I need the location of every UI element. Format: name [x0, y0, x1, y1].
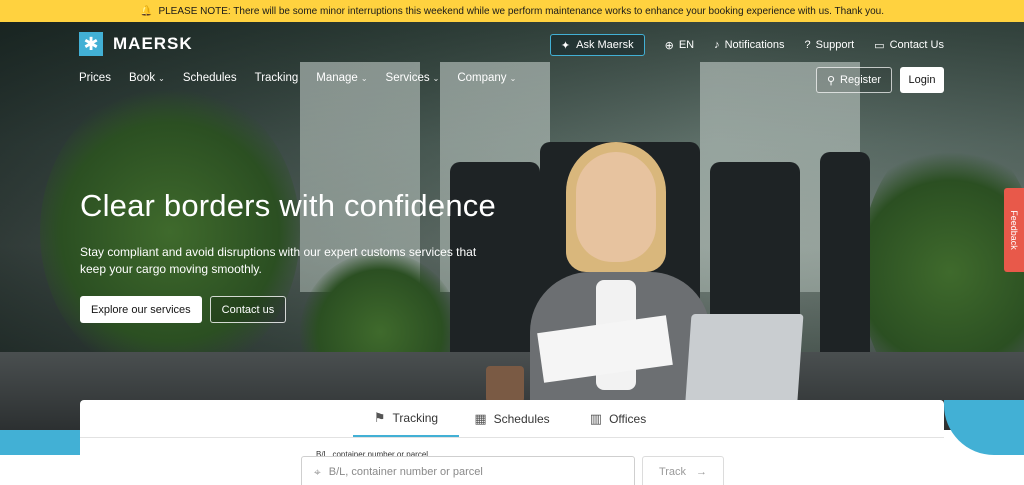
login-label: Login: [908, 74, 936, 86]
building-icon: ▥: [589, 410, 603, 426]
support-label: Support: [815, 39, 855, 51]
auth-buttons: ⚲ Register Login: [815, 67, 944, 93]
contact-us-label: Contact Us: [889, 39, 944, 51]
feedback-label: Feedback: [1009, 210, 1019, 250]
maintenance-notice-bar: 🔔 PLEASE NOTE: There will be some minor …: [0, 0, 1024, 22]
ask-maersk-label: Ask Maersk: [576, 39, 634, 51]
chevron-down-icon: ⌄: [360, 73, 368, 83]
hero-heading-wrap: Clear borders with confidence: [80, 188, 496, 224]
tracking-panel: ⚑ Tracking ▦ Schedules ▥ Offices B/L, co…: [80, 400, 944, 485]
maersk-star-icon: ✱: [79, 32, 103, 56]
explore-services-button[interactable]: Explore our services: [80, 296, 202, 323]
hero-cta-row: Explore our services Contact us: [80, 296, 287, 323]
chair-decoration: [820, 152, 870, 372]
hero-subtitle: Stay compliant and avoid disruptions wit…: [80, 245, 477, 276]
maintenance-notice-text: PLEASE NOTE: There will be some minor in…: [158, 5, 884, 17]
accent-wave-left: [0, 430, 80, 455]
nav-item-book[interactable]: Book ⌄: [129, 72, 165, 84]
site-header: ✱ MAERSK ✦ Ask Maersk ⊕ EN ♪ Notificatio…: [0, 22, 1024, 102]
tab-tracking[interactable]: ⚑ Tracking: [353, 400, 459, 437]
tab-offices[interactable]: ▥ Offices: [565, 400, 671, 437]
nav-item-manage[interactable]: Manage ⌄: [316, 72, 367, 84]
person-head: [576, 152, 656, 262]
user-plus-icon: ⚲: [826, 74, 836, 87]
ask-maersk-button[interactable]: ✦ Ask Maersk: [549, 34, 645, 56]
nav-label: Manage: [316, 72, 358, 84]
nav-label: Book: [128, 72, 156, 84]
message-icon: ▭: [874, 39, 885, 52]
globe-icon: ⊕: [664, 39, 674, 52]
plant-decoration: [40, 82, 300, 382]
nav-label: Schedules: [182, 72, 237, 84]
tab-label: Schedules: [493, 411, 550, 426]
bell-icon: 🔔: [140, 5, 153, 17]
track-button[interactable]: Track →: [642, 456, 724, 485]
nav-label: Company: [457, 72, 507, 84]
hero-title: Clear borders with confidence: [80, 188, 496, 223]
logo-wordmark: MAERSK: [113, 34, 193, 53]
language-label: EN: [678, 39, 695, 51]
accent-wave-right: [944, 400, 1024, 455]
tracking-input[interactable]: ⌖ B/L, container number or parcel: [301, 456, 635, 485]
contact-us-button[interactable]: Contact us: [209, 296, 287, 323]
bell-icon: ♪: [714, 39, 720, 51]
location-pin-icon: ⌖: [314, 464, 321, 479]
panel-tabs: ⚑ Tracking ▦ Schedules ▥ Offices: [80, 400, 944, 438]
nav-item-prices[interactable]: Prices: [79, 72, 111, 84]
utility-nav: ✦ Ask Maersk ⊕ EN ♪ Notifications ? Supp…: [549, 34, 944, 56]
chat-sparkle-icon: ✦: [560, 39, 571, 52]
feedback-tab[interactable]: Feedback: [1004, 188, 1024, 272]
nav-label: Services: [385, 72, 430, 84]
tab-label: Offices: [609, 411, 647, 426]
nav-item-services[interactable]: Services ⌄: [386, 72, 440, 84]
tracking-icon: ⚑: [373, 409, 386, 425]
calendar-icon: ▦: [474, 410, 487, 426]
register-button[interactable]: ⚲ Register: [815, 67, 892, 93]
main-nav: Prices Book ⌄ Schedules Tracking Manage ⌄ …: [79, 72, 516, 84]
notifications-label: Notifications: [724, 39, 785, 51]
track-label: Track: [658, 466, 687, 478]
question-icon: ?: [804, 39, 811, 51]
register-label: Register: [840, 74, 881, 86]
tab-schedules[interactable]: ▦ Schedules: [459, 400, 565, 437]
notifications-link[interactable]: ♪ Notifications: [714, 39, 784, 51]
contact-us-link[interactable]: ▭ Contact Us: [874, 39, 944, 52]
star-glyph: ✱: [83, 34, 99, 54]
login-button[interactable]: Login: [900, 67, 944, 93]
tracking-input-placeholder: B/L, container number or parcel: [328, 466, 483, 478]
nav-label: Tracking: [254, 72, 299, 84]
laptop-decoration: [684, 314, 804, 414]
support-link[interactable]: ? Support: [805, 39, 855, 51]
maersk-logo[interactable]: ✱ MAERSK: [79, 32, 193, 56]
nav-item-tracking[interactable]: Tracking: [255, 72, 299, 84]
chevron-down-icon: ⌄: [158, 73, 165, 83]
chevron-down-icon: ⌄: [432, 73, 440, 83]
nav-item-schedules[interactable]: Schedules: [183, 72, 237, 84]
nav-item-company[interactable]: Company ⌄: [457, 72, 516, 84]
nav-label: Prices: [79, 72, 111, 84]
tab-label: Tracking: [392, 410, 439, 425]
arrow-right-icon: →: [696, 466, 708, 478]
chevron-down-icon: ⌄: [509, 73, 517, 83]
language-selector[interactable]: ⊕ EN: [665, 39, 695, 52]
